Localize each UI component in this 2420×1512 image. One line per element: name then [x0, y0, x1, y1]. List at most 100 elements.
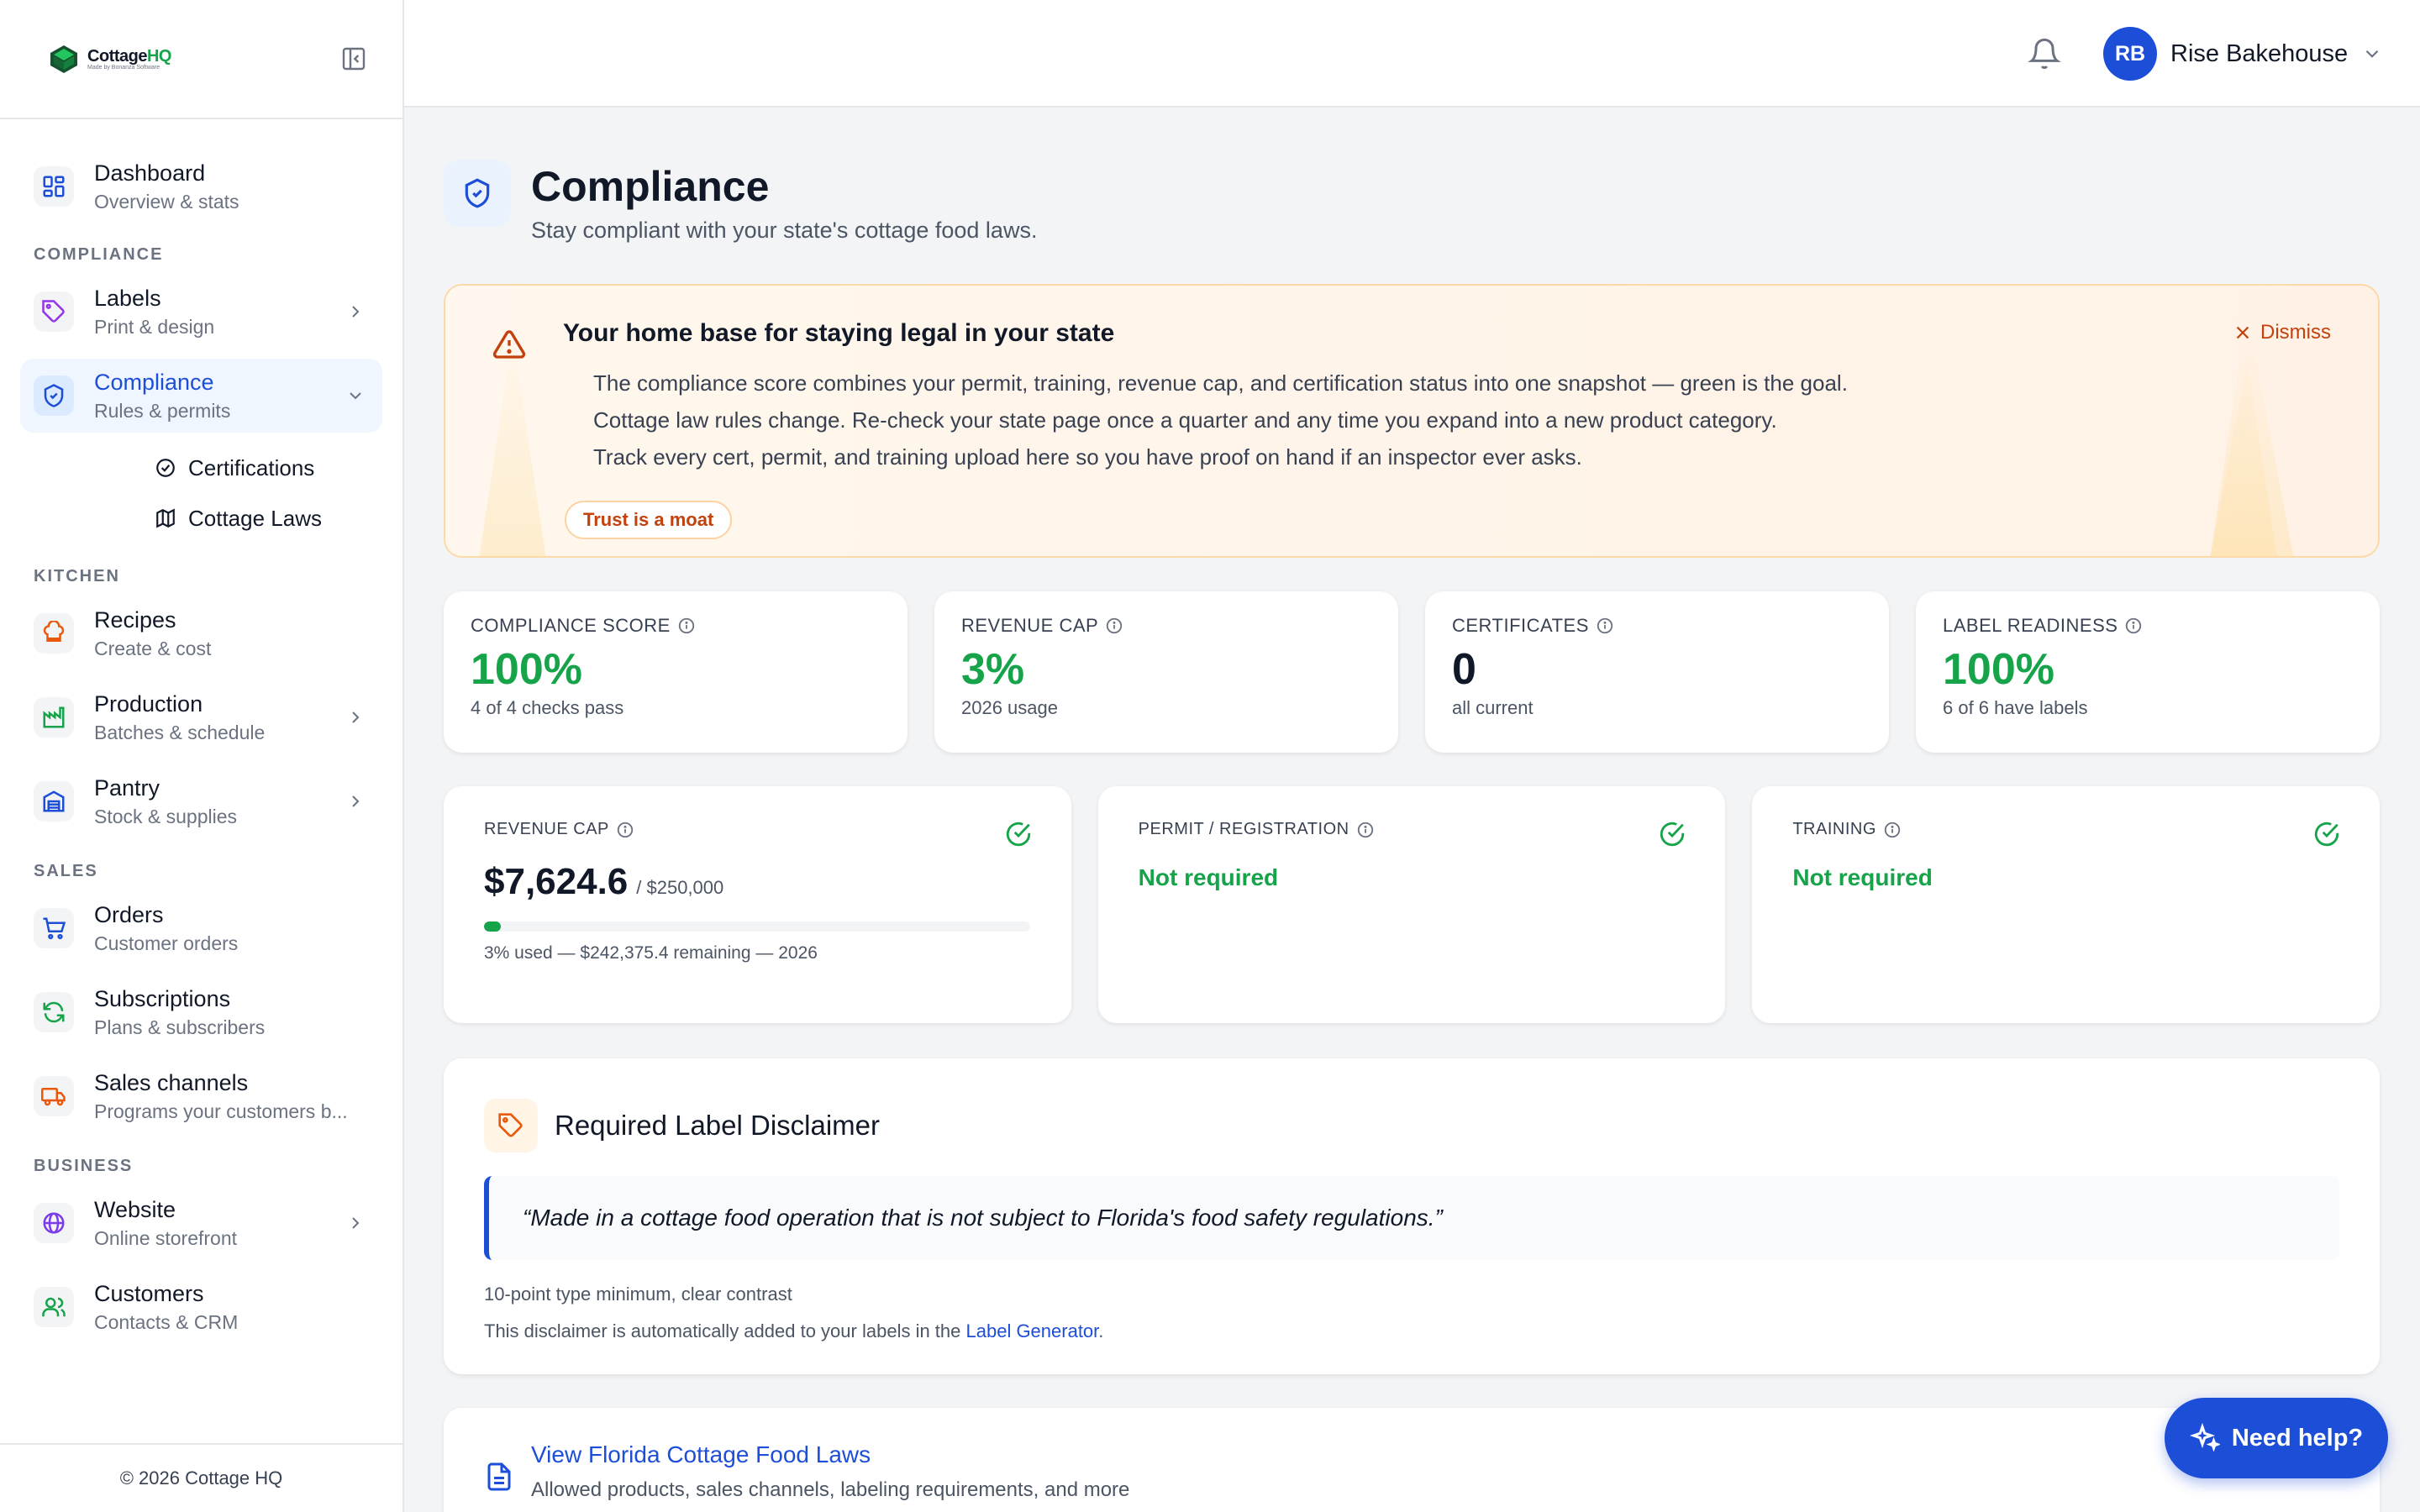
info-icon[interactable]: [1883, 821, 1902, 839]
training-status: Not required: [1792, 864, 1933, 890]
subscriptions-icon-wrap: [34, 992, 74, 1032]
sidebar-item-subscriptions[interactable]: Subscriptions Plans & subscribers: [20, 975, 382, 1049]
globe-icon: [43, 1212, 65, 1234]
labels-icon-wrap: [34, 291, 74, 332]
banner-lines: The compliance score combines your permi…: [593, 365, 1848, 475]
sidebar-item-pantry[interactable]: Pantry Stock & supplies: [20, 764, 382, 838]
sidebar-subitem-cottage-laws[interactable]: Cottage Laws: [155, 493, 382, 543]
stat-label-row: REVENUE CAP: [961, 615, 1371, 637]
collapse-sidebar-button[interactable]: [339, 44, 369, 74]
sidebar-item-compliance[interactable]: Compliance Rules & permits: [20, 359, 382, 433]
user-menu[interactable]: RB Rise Bakehouse: [2103, 27, 2383, 81]
sidebar-item-label: Sales channels: [94, 1070, 249, 1095]
check-label-row: PERMIT / REGISTRATION: [1139, 820, 1686, 839]
chevron-down-icon[interactable]: [342, 382, 369, 409]
check-circle-icon: [2314, 822, 2339, 847]
page-heading-texts: Compliance Stay compliant with your stat…: [531, 160, 1037, 245]
stat-label: REVENUE CAP: [961, 615, 1099, 636]
sidebar-item-sub: Batches & schedule: [94, 722, 266, 743]
chevron-right-icon[interactable]: [342, 298, 369, 325]
production-icon-wrap: [34, 697, 74, 738]
chevron-right-icon[interactable]: [342, 704, 369, 731]
topbar: RB Rise Bakehouse: [404, 0, 2420, 108]
permit-status: Not required: [1138, 864, 1279, 890]
disclaimer-auto-note: This disclaimer is automatically added t…: [484, 1320, 1103, 1342]
website-texts: Website Online storefront: [94, 1194, 342, 1252]
dismiss-label: Dismiss: [2260, 321, 2331, 344]
labels-texts: Labels Print & design: [94, 283, 342, 340]
section-heading-kitchen: KITCHEN: [34, 567, 120, 585]
sidebar-item-sub: Programs your customers b...: [94, 1100, 348, 1122]
notifications-button[interactable]: [2028, 37, 2061, 71]
brand-tagline: Made by Bonanza Software: [87, 65, 160, 71]
sidebar-item-label: Production: [94, 691, 203, 717]
sidebar-item-sales-channels[interactable]: Sales channels Programs your customers b…: [20, 1059, 382, 1133]
label-generator-link[interactable]: Label Generator: [966, 1320, 1099, 1341]
sales-channels-texts: Sales channels Programs your customers b…: [94, 1068, 369, 1125]
sidebar-item-dashboard[interactable]: Dashboard Overview & stats: [20, 150, 382, 223]
sidebar-item-label: Pantry: [94, 775, 160, 801]
sidebar-item-production[interactable]: Production Batches & schedule: [20, 680, 382, 754]
sidebar-item-website[interactable]: Website Online storefront: [20, 1186, 382, 1260]
sidebar-item-label: Subscriptions: [94, 986, 231, 1011]
state-laws-card[interactable]: View Florida Cottage Food Laws Allowed p…: [444, 1408, 2380, 1512]
info-icon[interactable]: [2124, 617, 2143, 635]
banner-line: Cottage law rules change. Re-check your …: [593, 407, 1777, 433]
brand-name-accent: HQ: [146, 47, 172, 66]
sidebar-item-label: Labels: [94, 286, 161, 311]
sidebar-item-recipes[interactable]: Recipes Create & cost: [20, 596, 382, 670]
stat-value: 0: [1452, 645, 1476, 694]
recipes-icon-wrap: [34, 613, 74, 654]
sidebar-item-sub: Plans & subscribers: [94, 1016, 266, 1038]
banner-line: Track every cert, permit, and training u…: [593, 444, 1582, 470]
disclaimer-icon-wrap: [484, 1099, 538, 1152]
info-icon[interactable]: [1105, 617, 1123, 635]
checks-row: REVENUE CAP $7,624.6 / $250,000 3% used …: [444, 786, 2381, 1023]
sidebar-item-orders[interactable]: Orders Customer orders: [20, 891, 382, 965]
dismiss-button[interactable]: Dismiss: [2233, 321, 2331, 344]
chevron-right-icon[interactable]: [342, 1210, 369, 1236]
sidebar-item-labels[interactable]: Labels Print & design: [20, 275, 382, 349]
customers-icon-wrap: [34, 1287, 74, 1327]
info-icon[interactable]: [1596, 617, 1614, 635]
note-suffix: .: [1098, 1320, 1104, 1341]
cottage-logo-icon: [50, 45, 77, 73]
map-icon: [156, 508, 175, 528]
revenue-progress-bar: [484, 921, 1030, 932]
sidebar-item-customers[interactable]: Customers Contacts & CRM: [20, 1270, 382, 1344]
info-icon[interactable]: [1356, 821, 1375, 839]
sidebar-item-sub: Customer orders: [94, 932, 239, 954]
section-heading-compliance: COMPLIANCE: [34, 245, 164, 264]
orders-texts: Orders Customer orders: [94, 900, 369, 957]
sidebar-item-sub: Overview & stats: [94, 191, 239, 213]
shield-check-icon: [44, 384, 64, 407]
close-icon: [2236, 326, 2249, 339]
sidebar-item-label: Compliance: [94, 370, 214, 395]
truck-icon: [41, 1088, 66, 1106]
orders-icon-wrap: [34, 908, 74, 948]
brand-name-main: Cottage: [87, 47, 147, 66]
info-icon[interactable]: [616, 821, 634, 839]
info-icon[interactable]: [677, 617, 696, 635]
sidebar-item-label: Recipes: [94, 607, 176, 633]
shield-check-icon: [465, 178, 490, 208]
stat-sub: 2026 usage: [961, 697, 1058, 718]
cart-icon: [43, 917, 66, 940]
banner-glow-decoration: [2210, 336, 2294, 556]
chevron-right-icon[interactable]: [342, 788, 369, 815]
brand-logo[interactable]: CottageHQ Made by Bonanza Software: [47, 42, 171, 76]
view-state-laws-link[interactable]: View Florida Cottage Food Laws: [531, 1441, 871, 1468]
disclaimer-title: Required Label Disclaimer: [555, 1110, 881, 1141]
stat-label-row: LABEL READINESS: [1943, 615, 2353, 637]
sidebar-item-sub: Rules & permits: [94, 400, 231, 422]
sidebar-subitem-certifications[interactable]: Certifications: [155, 443, 382, 493]
revenue-amount: $7,624.6: [484, 861, 629, 902]
sidebar-header: CottageHQ Made by Bonanza Software: [0, 0, 402, 119]
subitem-label: Cottage Laws: [188, 505, 322, 531]
need-help-button[interactable]: Need help?: [2165, 1398, 2388, 1478]
stat-label: CERTIFICATES: [1452, 615, 1589, 636]
section-heading-business: BUSINESS: [34, 1157, 134, 1175]
stat-sub: 4 of 4 checks pass: [471, 697, 624, 718]
check-label: REVENUE CAP: [484, 820, 609, 838]
tag-icon: [42, 300, 65, 323]
